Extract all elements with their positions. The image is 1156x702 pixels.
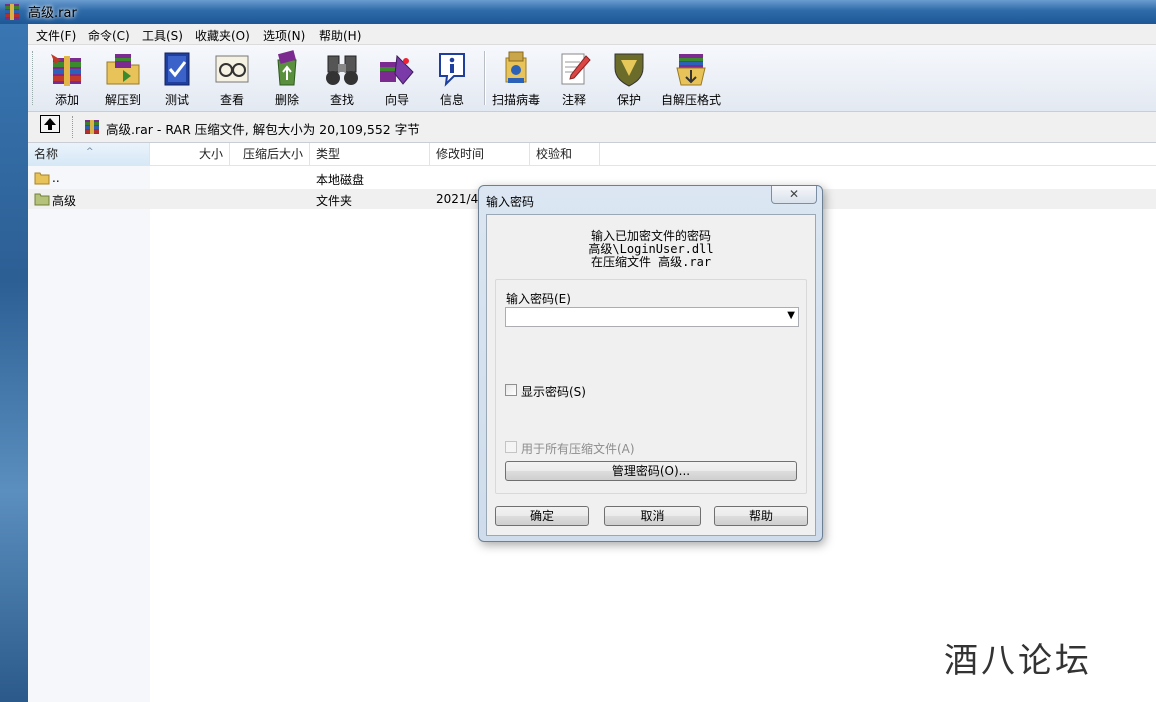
up-arrow-icon bbox=[44, 118, 56, 130]
password-group: 输入密码(E) ▼ 显示密码(S) 用于所有压缩文件(A) 管理密码(O)... bbox=[495, 279, 807, 494]
winrar-icon bbox=[5, 4, 19, 20]
protect-label: 保护 bbox=[616, 93, 641, 107]
manage-passwords-button[interactable]: 管理密码(O)... bbox=[505, 461, 797, 481]
password-input[interactable]: ▼ bbox=[505, 307, 799, 327]
add-archive-icon bbox=[51, 54, 81, 86]
column-name[interactable]: ^ 名称 bbox=[28, 143, 150, 165]
menu-tools[interactable]: 工具(S) bbox=[142, 27, 183, 44]
column-name-label: 名称 bbox=[34, 147, 59, 161]
desktop-background bbox=[0, 0, 28, 702]
dialog-archive-name: 在压缩文件 高级.rar bbox=[590, 255, 712, 269]
password-label: 输入密码(E) bbox=[506, 292, 571, 306]
menu-options[interactable]: 选项(N) bbox=[263, 27, 305, 44]
checkbox-box[interactable] bbox=[505, 441, 517, 453]
test-button[interactable]: 测试 bbox=[149, 48, 205, 108]
info-icon bbox=[439, 53, 465, 87]
parent-folder-icon bbox=[34, 172, 50, 185]
dialog-title: 输入密码 bbox=[486, 195, 535, 209]
archive-path: 高级.rar - RAR 压缩文件, 解包大小为 20,109,552 字节 bbox=[106, 122, 420, 137]
dialog-body: 输入已加密文件的密码 高级\LoginUser.dll 在压缩文件 高级.rar… bbox=[486, 214, 816, 536]
column-packed-label: 压缩后大小 bbox=[242, 147, 303, 161]
dropdown-arrow-icon[interactable]: ▼ bbox=[787, 310, 795, 321]
ok-button[interactable]: 确定 bbox=[495, 506, 589, 526]
column-packed[interactable]: 压缩后大小 bbox=[230, 143, 310, 165]
column-crc[interactable]: 校验和 bbox=[530, 143, 600, 165]
menu-help[interactable]: 帮助(H) bbox=[319, 27, 361, 44]
info-label: 信息 bbox=[439, 93, 464, 107]
up-folder-button[interactable] bbox=[40, 115, 60, 133]
help-button[interactable]: 帮助 bbox=[714, 506, 808, 526]
wizard-button[interactable]: 向导 bbox=[369, 48, 425, 108]
protect-shield-icon bbox=[614, 53, 644, 87]
file-name: 高级 bbox=[52, 194, 77, 208]
extract-folder-icon bbox=[106, 54, 140, 85]
dialog-close-button[interactable]: ✕ bbox=[771, 186, 817, 204]
file-modified: 2021/4 bbox=[436, 192, 479, 206]
file-type: 文件夹 bbox=[316, 194, 353, 208]
column-modified-label: 修改时间 bbox=[436, 147, 485, 161]
file-type: 本地磁盘 bbox=[316, 173, 365, 187]
use-for-all-label: 用于所有压缩文件(A) bbox=[521, 442, 635, 456]
sfx-label: 自解压格式 bbox=[660, 93, 721, 107]
menu-bar: 文件(F) 命令(C) 工具(S) 收藏夹(O) 选项(N) 帮助(H) bbox=[28, 24, 1156, 45]
scan-virus-icon bbox=[505, 51, 527, 83]
column-crc-label: 校验和 bbox=[536, 147, 573, 161]
cancel-button[interactable]: 取消 bbox=[604, 506, 701, 526]
delete-recycle-icon bbox=[277, 50, 297, 86]
folder-icon bbox=[34, 193, 50, 206]
column-type-label: 类型 bbox=[316, 147, 341, 161]
sfx-archive-icon bbox=[676, 54, 706, 86]
close-icon: ✕ bbox=[788, 187, 800, 201]
info-button[interactable]: 信息 bbox=[424, 48, 480, 108]
menu-file[interactable]: 文件(F) bbox=[36, 27, 76, 44]
find-button[interactable]: 查找 bbox=[314, 48, 370, 108]
password-dialog: 输入密码 ✕ 输入已加密文件的密码 高级\LoginUser.dll 在压缩文件… bbox=[478, 185, 823, 542]
test-book-icon bbox=[164, 52, 190, 86]
view-glasses-icon bbox=[215, 55, 249, 83]
column-modified[interactable]: 修改时间 bbox=[430, 143, 530, 165]
archive-icon bbox=[85, 120, 99, 134]
address-bar: 高级.rar - RAR 压缩文件, 解包大小为 20,109,552 字节 bbox=[28, 112, 1156, 143]
add-button[interactable]: 添加 bbox=[39, 48, 95, 108]
column-size-label: 大小 bbox=[198, 147, 223, 161]
watermark-text: 酒八论坛 bbox=[944, 641, 1092, 681]
comment-button[interactable]: 注释 bbox=[546, 48, 602, 108]
menu-command[interactable]: 命令(C) bbox=[88, 27, 130, 44]
comment-pen-icon bbox=[561, 53, 591, 85]
delete-button[interactable]: 删除 bbox=[259, 48, 315, 108]
sort-ascending-icon: ^ bbox=[86, 147, 94, 157]
address-separator bbox=[72, 116, 76, 138]
name-column-background bbox=[28, 165, 150, 702]
find-binoculars-icon bbox=[326, 55, 358, 85]
menu-favorites[interactable]: 收藏夹(O) bbox=[195, 27, 250, 44]
title-bar[interactable]: 高级.rar bbox=[0, 0, 1156, 24]
column-size[interactable]: 大小 bbox=[150, 143, 230, 165]
file-name: .. bbox=[52, 171, 60, 185]
show-password-label: 显示密码(S) bbox=[521, 385, 586, 399]
wizard-icon bbox=[380, 54, 414, 85]
toolbar: 添加 解压到 测试 查看 删除 查找 向导 信息 扫描病毒 注释 保护 自解压格… bbox=[28, 45, 1156, 112]
list-header: ^ 名称 大小 压缩后大小 类型 修改时间 校验和 bbox=[28, 143, 1156, 166]
view-button[interactable]: 查看 bbox=[204, 48, 260, 108]
column-type[interactable]: 类型 bbox=[310, 143, 430, 165]
scan-virus-button[interactable]: 扫描病毒 bbox=[488, 48, 544, 108]
sfx-button[interactable]: 自解压格式 bbox=[661, 48, 721, 108]
checkbox-box[interactable] bbox=[505, 384, 517, 396]
window-title: 高级.rar bbox=[28, 6, 77, 21]
protect-button[interactable]: 保护 bbox=[601, 48, 657, 108]
